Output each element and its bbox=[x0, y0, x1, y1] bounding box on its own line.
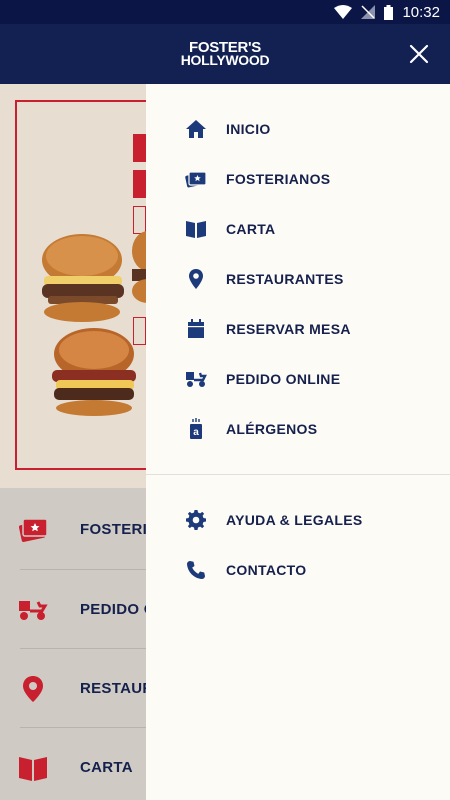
close-icon bbox=[409, 44, 429, 64]
logo-line-2: HOLLYWOOD bbox=[180, 52, 270, 68]
menu-book-icon bbox=[19, 756, 47, 781]
burger-image-bottom bbox=[52, 328, 136, 416]
drawer-divider bbox=[146, 474, 450, 475]
burger-image-top bbox=[42, 234, 124, 322]
drawer-item-inicio[interactable]: INICIO bbox=[146, 104, 450, 154]
delivery-scooter-icon bbox=[19, 600, 48, 620]
drawer-item-label: RESERVAR MESA bbox=[226, 321, 351, 337]
drawer-item-label: PEDIDO ONLINE bbox=[226, 371, 341, 387]
drawer-item-restaurantes[interactable]: RESTAURANTES bbox=[146, 254, 450, 304]
drawer-item-reservar-mesa[interactable]: RESERVAR MESA bbox=[146, 304, 450, 354]
gear-icon bbox=[186, 510, 206, 530]
svg-text:a: a bbox=[193, 427, 199, 438]
wifi-icon bbox=[334, 5, 353, 19]
allergens-icon: a bbox=[190, 418, 202, 439]
drawer-item-label: INICIO bbox=[226, 121, 271, 137]
delivery-scooter-icon bbox=[186, 372, 207, 387]
drawer-item-ayuda-legales[interactable]: AYUDA & LEGALES bbox=[146, 495, 450, 545]
app-header: FOSTER'S HOLLYWOOD bbox=[0, 24, 450, 84]
home-icon bbox=[186, 120, 206, 138]
drawer-item-label: ALÉRGENOS bbox=[226, 421, 318, 437]
drawer-item-label: AYUDA & LEGALES bbox=[226, 512, 363, 528]
promo-badge-2 bbox=[133, 170, 146, 198]
status-bar: 10:32 bbox=[0, 0, 450, 24]
brand-logo: FOSTER'S HOLLYWOOD bbox=[180, 40, 270, 68]
location-pin-icon bbox=[189, 269, 203, 289]
menu-book-icon bbox=[186, 221, 206, 238]
promo-badge bbox=[133, 134, 146, 162]
loyalty-card-icon bbox=[18, 517, 48, 542]
phone-icon bbox=[187, 561, 205, 579]
location-pin-icon bbox=[23, 675, 43, 702]
calendar-icon bbox=[188, 319, 204, 338]
drawer-item-alergenos[interactable]: a ALÉRGENOS bbox=[146, 404, 450, 454]
drawer-item-label: FOSTERIANOS bbox=[226, 171, 331, 187]
drawer-item-carta[interactable]: CARTA bbox=[146, 204, 450, 254]
burger-image-partial bbox=[132, 231, 148, 303]
no-signal-icon bbox=[361, 5, 376, 19]
drawer-item-label: CARTA bbox=[226, 221, 276, 237]
close-button[interactable] bbox=[406, 41, 432, 67]
drawer-item-fosterianos[interactable]: FOSTERIANOS bbox=[146, 154, 450, 204]
background-item-label: CARTA bbox=[80, 759, 133, 776]
drawer-item-pedido-online[interactable]: PEDIDO ONLINE bbox=[146, 354, 450, 404]
loyalty-card-icon bbox=[185, 171, 207, 188]
navigation-drawer: INICIO FOSTERIANOS CARTA RESTAURANTES RE… bbox=[146, 84, 450, 800]
drawer-item-contacto[interactable]: CONTACTO bbox=[146, 545, 450, 595]
drawer-item-label: RESTAURANTES bbox=[226, 271, 344, 287]
drawer-item-label: CONTACTO bbox=[226, 562, 307, 578]
battery-icon bbox=[384, 4, 394, 20]
status-time: 10:32 bbox=[402, 3, 440, 21]
